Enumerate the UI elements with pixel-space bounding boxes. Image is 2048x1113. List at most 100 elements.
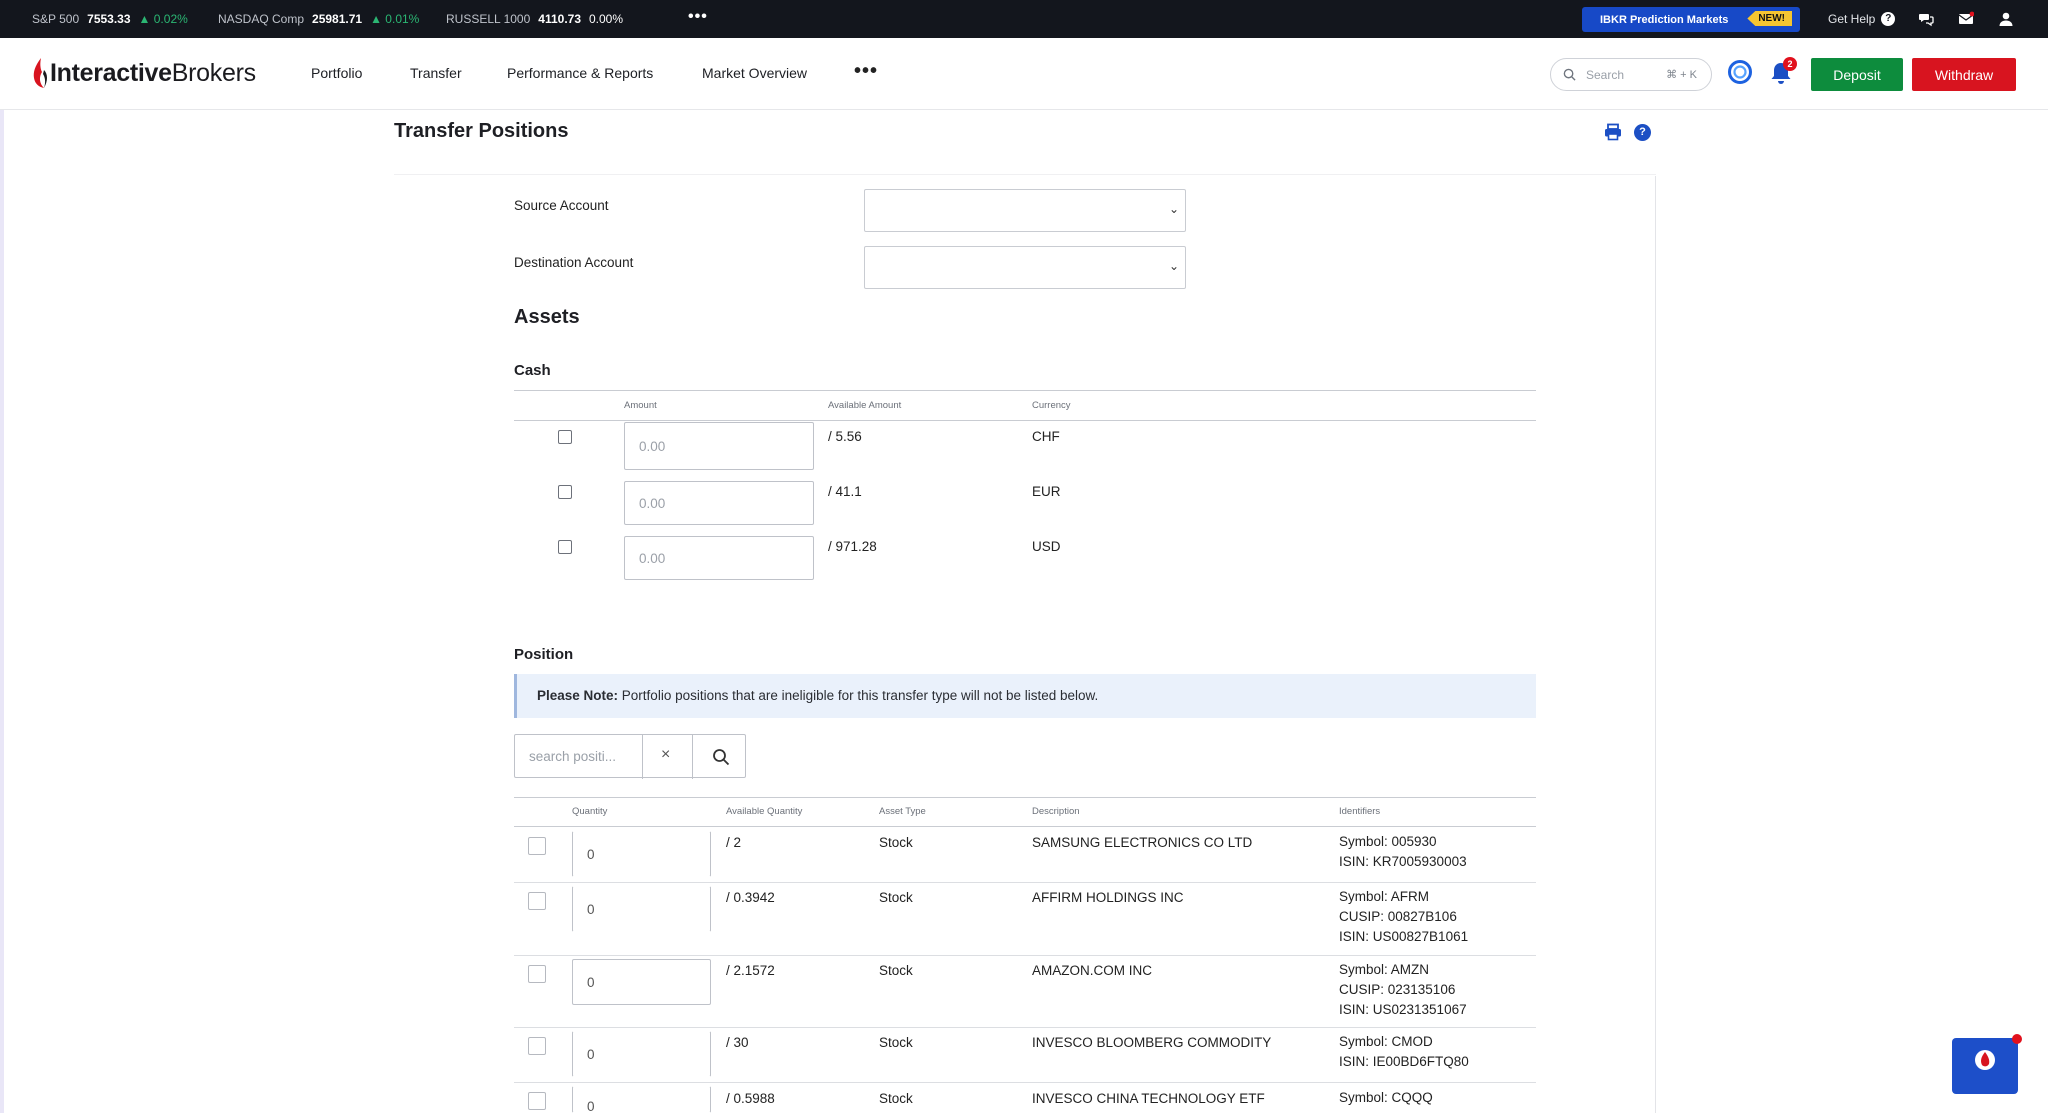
ticker-value: 25981.71	[312, 12, 363, 26]
cash-currency: EUR	[1032, 484, 1061, 499]
clear-icon[interactable]: ×	[661, 746, 670, 764]
cash-amount-input[interactable]: 0.00	[624, 481, 814, 525]
position-row-checkbox[interactable]	[528, 892, 546, 910]
ticker-value: 4110.73	[538, 12, 581, 26]
left-edge-strip	[0, 110, 4, 1113]
nav-more-button[interactable]: •••	[854, 60, 878, 83]
position-row-checkbox[interactable]	[528, 837, 546, 855]
row-divider	[514, 1082, 1536, 1083]
quantity-input[interactable]: 0	[572, 886, 711, 932]
prediction-markets-banner[interactable]: IBKR Prediction Markets NEW!	[1582, 7, 1800, 32]
available-quantity: / 2.1572	[726, 963, 775, 978]
position-identifiers: Symbol: AFRM CUSIP: 00827B106 ISIN: US00…	[1339, 887, 1468, 947]
position-header-asset-type: Asset Type	[879, 806, 926, 817]
identifier-cusip: CUSIP: 00827B106	[1339, 909, 1457, 924]
ticker-item-nasdaq[interactable]: NASDAQ Comp 25981.71 ▲ 0.01%	[218, 12, 419, 26]
ticker-item-sp500[interactable]: S&P 500 7553.33 ▲ 0.02%	[32, 12, 188, 26]
note-label: Please Note:	[537, 688, 619, 703]
position-search-input[interactable]: search positi...	[529, 749, 616, 764]
chevron-down-icon: ⌄	[1168, 259, 1179, 273]
position-identifiers: Symbol: CQQQ	[1339, 1088, 1433, 1108]
position-description: SAMSUNG ELECTRONICS CO LTD	[1032, 835, 1253, 850]
identifier-cusip: CUSIP: 023135106	[1339, 982, 1456, 997]
cash-row-checkbox[interactable]	[558, 540, 572, 554]
chat-bubbles-icon[interactable]	[1918, 11, 1934, 27]
position-table-header-border	[514, 826, 1536, 827]
asset-type: Stock	[879, 890, 913, 905]
search-icon	[1563, 68, 1576, 81]
divider	[692, 735, 693, 779]
position-header-quantity: Quantity	[572, 806, 608, 817]
user-icon[interactable]	[1998, 11, 2014, 27]
cash-header-amount: Amount	[624, 400, 657, 411]
cash-row-checkbox[interactable]	[558, 485, 572, 499]
position-table-top-border	[514, 797, 1536, 798]
help-circle-icon: ?	[1881, 12, 1896, 26]
get-help-link[interactable]: Get Help ?	[1828, 12, 1896, 26]
position-search: search positi... ×	[514, 734, 746, 779]
page-help-icon[interactable]: ?	[1634, 124, 1651, 141]
source-account-select[interactable]: ⌄	[864, 189, 1186, 232]
ib-flame-icon	[33, 58, 47, 88]
ineligible-positions-note: Please Note: Portfolio positions that ar…	[514, 674, 1536, 718]
cash-amount-input[interactable]: 0.00	[624, 536, 814, 580]
notification-count-badge: 2	[1783, 57, 1797, 71]
destination-account-select[interactable]: ⌄	[864, 246, 1186, 289]
withdraw-button[interactable]: Withdraw	[1912, 58, 2016, 91]
main-header: InteractiveBrokers Portfolio Transfer Pe…	[0, 38, 2048, 110]
chat-icon	[1956, 1042, 2014, 1092]
position-header-available: Available Quantity	[726, 806, 803, 817]
content-right-border	[1655, 176, 1656, 1113]
available-quantity: / 2	[726, 835, 742, 850]
cash-available-amount: / 971.28	[828, 539, 877, 554]
asset-type: Stock	[879, 1091, 913, 1106]
quantity-input[interactable]: 0	[572, 959, 711, 1005]
quantity-input[interactable]: 0	[572, 1031, 711, 1077]
nav-market-overview[interactable]: Market Overview	[702, 65, 807, 81]
position-description: AMAZON.COM INC	[1032, 963, 1152, 978]
ticker-name: RUSSELL 1000	[446, 12, 531, 26]
position-description: AFFIRM HOLDINGS INC	[1032, 890, 1184, 905]
cash-available-amount: / 41.1	[828, 484, 862, 499]
ticker-more-button[interactable]: •••	[688, 8, 708, 26]
assistant-ring-icon[interactable]	[1727, 59, 1753, 85]
quantity-input[interactable]: 0	[572, 831, 711, 877]
available-quantity: / 30	[726, 1035, 749, 1050]
position-identifiers: Symbol: CMOD ISIN: IE00BD6FTQ80	[1339, 1032, 1469, 1072]
chat-support-button[interactable]	[1952, 1038, 2018, 1094]
cash-available-amount: / 5.56	[828, 429, 862, 444]
ticker-name: S&P 500	[32, 12, 80, 26]
cash-amount-input[interactable]: 0.00	[624, 422, 814, 470]
identifier-isin: ISIN: US00827B1061	[1339, 929, 1469, 944]
page-title: Transfer Positions	[394, 120, 569, 142]
asset-type: Stock	[879, 963, 913, 978]
print-icon[interactable]	[1604, 123, 1622, 141]
ticker-change: ▲ 0.01%	[370, 12, 420, 26]
interactive-brokers-logo[interactable]: InteractiveBrokers	[30, 56, 256, 90]
market-ticker-bar: S&P 500 7553.33 ▲ 0.02% NASDAQ Comp 2598…	[0, 0, 2048, 38]
available-quantity: / 0.3942	[726, 890, 775, 905]
nav-performance-reports[interactable]: Performance & Reports	[507, 65, 653, 81]
ticker-value: 7553.33	[87, 12, 131, 26]
identifier-isin: ISIN: KR7005930003	[1339, 854, 1467, 869]
identifier-isin: ISIN: US0231351067	[1339, 1002, 1467, 1017]
position-row-checkbox[interactable]	[528, 965, 546, 983]
position-description: INVESCO BLOOMBERG COMMODITY	[1032, 1035, 1272, 1050]
position-header-description: Description	[1032, 806, 1080, 817]
ticker-name: NASDAQ Comp	[218, 12, 305, 26]
deposit-button[interactable]: Deposit	[1811, 58, 1903, 91]
search-icon[interactable]	[712, 748, 730, 766]
mail-icon[interactable]	[1958, 11, 1974, 27]
ticker-item-russell[interactable]: RUSSELL 1000 4110.73 0.00%	[446, 12, 623, 26]
cash-row-checkbox[interactable]	[558, 430, 572, 444]
assets-heading: Assets	[514, 306, 580, 328]
nav-transfer[interactable]: Transfer	[410, 65, 462, 81]
position-row-checkbox[interactable]	[528, 1092, 546, 1110]
source-account-label: Source Account	[514, 198, 609, 213]
position-row-checkbox[interactable]	[528, 1037, 546, 1055]
asset-type: Stock	[879, 835, 913, 850]
cash-table-header-border	[514, 420, 1536, 421]
quantity-input[interactable]: 0	[572, 1086, 711, 1113]
nav-portfolio[interactable]: Portfolio	[311, 65, 362, 81]
global-search-input[interactable]: Search ⌘ + K	[1550, 58, 1712, 91]
